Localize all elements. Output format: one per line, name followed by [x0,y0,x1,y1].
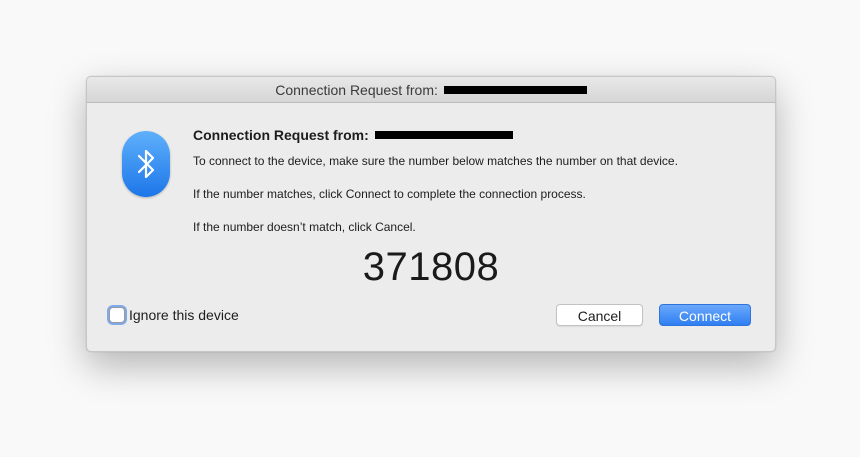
dialog-heading: Connection Request from: [193,127,513,143]
mismatch-instruction-text: If the number doesn’t match, click Cance… [193,220,416,234]
ignore-device-option[interactable]: Ignore this device [109,305,239,325]
connection-request-dialog: Connection Request from: Connection Requ… [86,76,776,352]
pairing-code: 371808 [362,245,500,289]
cancel-button[interactable]: Cancel [556,304,643,326]
heading-text: Connection Request from: [193,127,369,143]
match-instruction-text: If the number matches, click Connect to … [193,187,586,201]
window-title: Connection Request from: [275,82,438,98]
redacted-device-name [374,131,513,140]
bluetooth-icon [122,131,170,197]
connect-button[interactable]: Connect [659,304,751,326]
ignore-device-label[interactable]: Ignore this device [129,307,239,323]
title-bar: Connection Request from: [87,77,775,103]
instruction-text: To connect to the device, make sure the … [193,154,678,168]
redacted-device-name [443,86,587,95]
ignore-device-checkbox[interactable] [109,307,125,323]
